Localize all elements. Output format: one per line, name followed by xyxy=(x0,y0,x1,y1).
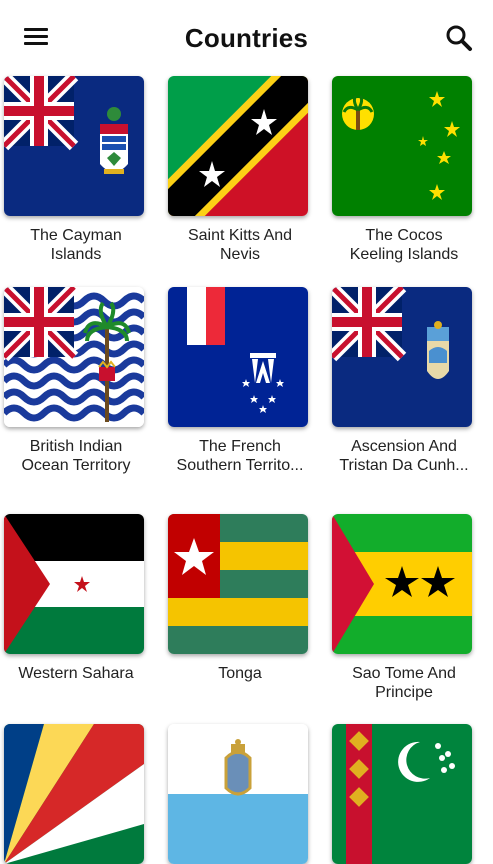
flag-cocos-keeling-islands-icon xyxy=(332,76,472,216)
country-card-tonga[interactable]: Tonga xyxy=(168,514,312,683)
country-card-san-marino[interactable] xyxy=(168,724,312,864)
flag-sao-tome-and-principe-icon xyxy=(332,514,472,654)
flag-seychelles-icon xyxy=(4,724,144,864)
country-name: Sao Tome And Principe xyxy=(352,665,456,701)
flag-saint-kitts-and-nevis-icon xyxy=(168,76,308,216)
country-card-turkmenistan[interactable] xyxy=(332,724,476,864)
country-name: The Cocos Keeling Islands xyxy=(349,227,459,263)
country-card-sao-tome-and-principe[interactable]: Sao Tome And Principe xyxy=(332,514,476,702)
country-name: The Cayman Islands xyxy=(30,227,122,263)
flag-cayman-islands-icon xyxy=(4,76,144,216)
country-name: Western Sahara xyxy=(18,665,134,682)
flag-ascension-and-tristan-da-cunha-icon xyxy=(332,287,472,427)
country-name: Tonga xyxy=(218,665,262,682)
hamburger-menu-icon[interactable] xyxy=(22,24,56,54)
country-name: British Indian Ocean Territory xyxy=(21,438,131,474)
country-name: The French Southern Territo... xyxy=(176,438,304,474)
flag-western-sahara-icon xyxy=(4,514,144,654)
country-card-cocos-keeling-islands[interactable]: The Cocos Keeling Islands xyxy=(332,76,476,264)
flag-french-southern-territories-icon xyxy=(168,287,308,427)
country-card-western-sahara[interactable]: Western Sahara xyxy=(4,514,148,683)
page-title: Countries xyxy=(184,22,309,53)
country-card-seychelles[interactable] xyxy=(4,724,148,864)
country-name: Saint Kitts And Nevis xyxy=(187,227,293,263)
app-bar: Countries xyxy=(0,0,493,76)
flag-british-indian-ocean-territory-icon xyxy=(4,287,144,427)
country-card-british-indian-ocean-territory[interactable]: British Indian Ocean Territory xyxy=(4,287,148,475)
search-icon[interactable] xyxy=(442,22,476,56)
country-card-saint-kitts-and-nevis[interactable]: Saint Kitts And Nevis xyxy=(168,76,312,264)
country-name: Ascension And Tristan Da Cunh... xyxy=(339,438,469,474)
flag-tonga-icon xyxy=(168,514,308,654)
country-card-french-southern-territories[interactable]: The French Southern Territo... xyxy=(168,287,312,475)
country-card-cayman-islands[interactable]: The Cayman Islands xyxy=(4,76,148,264)
flag-turkmenistan-icon xyxy=(332,724,472,864)
flag-san-marino-icon xyxy=(168,724,308,864)
country-card-ascension-and-tristan-da-cunha[interactable]: Ascension And Tristan Da Cunh... xyxy=(332,287,476,475)
